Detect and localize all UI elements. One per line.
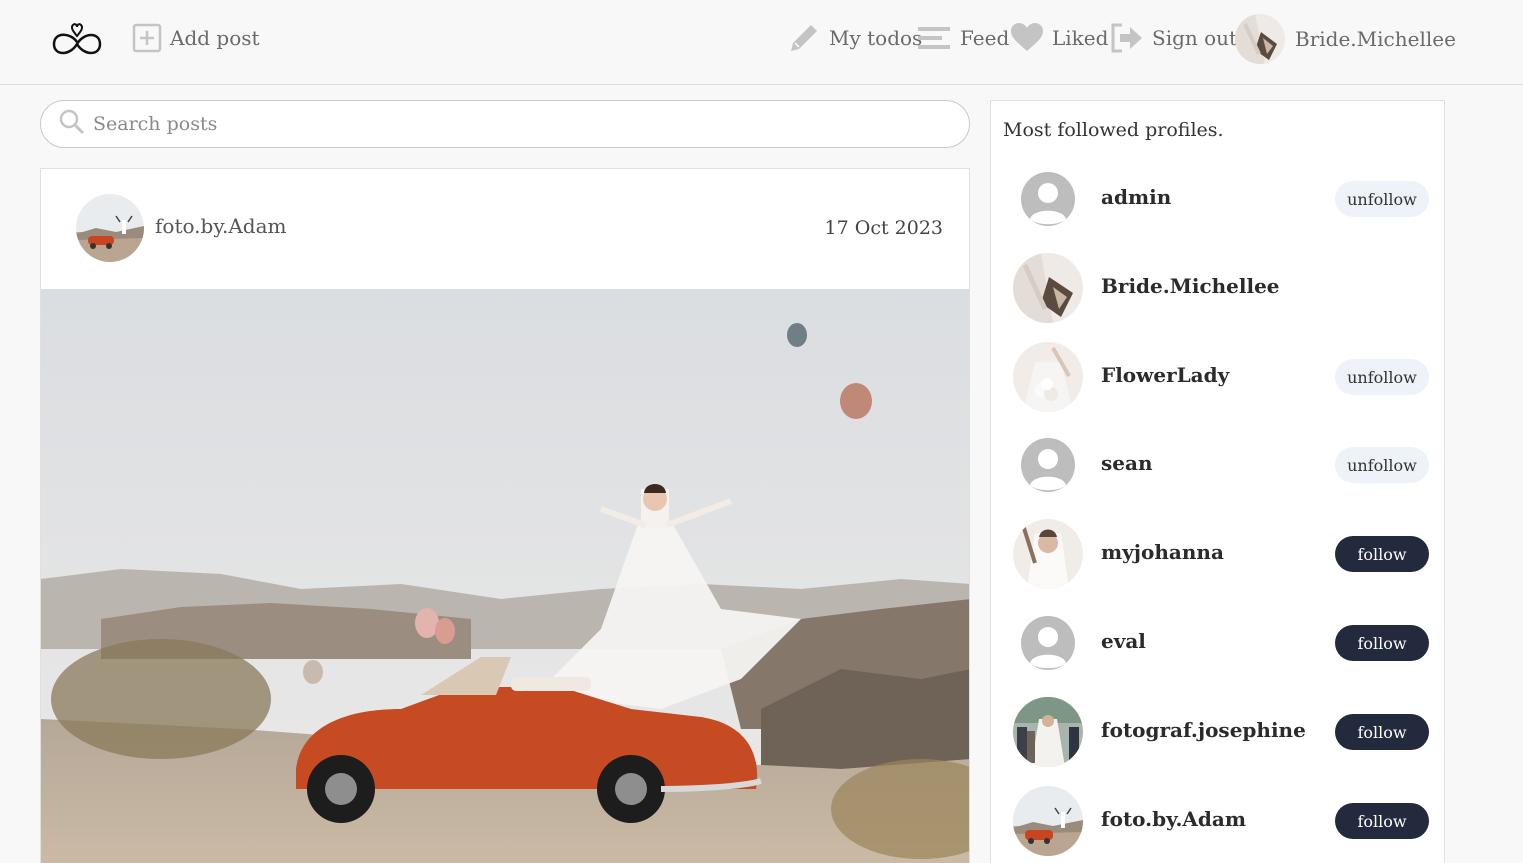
profile-name[interactable]: Bride.Michellee [1101, 274, 1280, 298]
heart-icon [1010, 23, 1044, 53]
profile-name[interactable]: FlowerLady [1101, 363, 1229, 387]
liked-link[interactable]: Liked [1010, 18, 1108, 58]
profile-row: Bride.Michellee [991, 248, 1444, 328]
profile-row: fotograf.josephine follow [991, 692, 1444, 772]
profile-name[interactable]: myjohanna [1101, 540, 1224, 564]
profile-name[interactable]: sean [1101, 451, 1152, 475]
post-author-name[interactable]: foto.by.Adam [155, 214, 286, 238]
profile-avatar[interactable] [1013, 253, 1083, 323]
follow-button[interactable]: follow [1335, 803, 1429, 839]
post-header: foto.by.Adam 17 Oct 2023 [41, 169, 969, 289]
profile-name[interactable]: admin [1101, 185, 1171, 209]
liked-label: Liked [1052, 26, 1109, 50]
search-icon [59, 109, 85, 139]
top-navbar: Add post My todos Feed Liked Sign out Br… [0, 0, 1523, 85]
my-todos-link[interactable]: My todos [787, 18, 922, 58]
unfollow-button[interactable]: unfollow [1335, 181, 1429, 217]
menu-lines-icon [918, 23, 952, 53]
profile-row: FlowerLady unfollow [991, 337, 1444, 417]
profile-name[interactable]: fotograf.josephine [1101, 718, 1306, 742]
follow-button[interactable]: follow [1335, 714, 1429, 750]
plus-square-icon [132, 23, 162, 53]
feed-label: Feed [960, 26, 1010, 50]
pencil-icon [787, 21, 821, 55]
post-author-avatar[interactable] [76, 194, 144, 262]
user-name-label: Bride.Michellee [1295, 27, 1456, 51]
follow-button[interactable]: follow [1335, 625, 1429, 661]
add-post-label: Add post [170, 26, 260, 50]
profile-avatar[interactable] [1013, 519, 1083, 589]
search-input[interactable] [93, 113, 913, 135]
profile-row: eval follow [991, 603, 1444, 683]
search-bar [40, 100, 970, 148]
user-profile-link[interactable]: Bride.Michellee [1235, 13, 1456, 65]
profile-row: foto.by.Adam follow [991, 781, 1444, 861]
feed-link[interactable]: Feed [918, 18, 1009, 58]
profile-row: myjohanna follow [991, 514, 1444, 594]
profile-name[interactable]: eval [1101, 629, 1146, 653]
post-date: 17 Oct 2023 [824, 217, 943, 239]
unfollow-button[interactable]: unfollow [1335, 359, 1429, 395]
sign-out-label: Sign out [1152, 26, 1238, 50]
sign-out-link[interactable]: Sign out [1110, 18, 1237, 58]
follow-button[interactable]: follow [1335, 536, 1429, 572]
profile-name[interactable]: foto.by.Adam [1101, 807, 1246, 831]
post-image[interactable] [41, 289, 969, 863]
sign-out-icon [1110, 22, 1144, 54]
logo-infinity-heart-icon[interactable] [50, 20, 104, 60]
user-avatar [1235, 14, 1285, 64]
sidebar-title: Most followed profiles. [1003, 119, 1224, 141]
default-avatar-icon[interactable] [1013, 608, 1083, 678]
add-post-link[interactable]: Add post [132, 18, 260, 58]
most-followed-sidebar: Most followed profiles. admin unfollow B… [990, 100, 1445, 863]
profile-avatar[interactable] [1013, 697, 1083, 767]
unfollow-button[interactable]: unfollow [1335, 447, 1429, 483]
profile-row: admin unfollow [991, 159, 1444, 239]
profile-avatar[interactable] [1013, 786, 1083, 856]
profile-row: sean unfollow [991, 425, 1444, 505]
default-avatar-icon[interactable] [1013, 430, 1083, 500]
default-avatar-icon[interactable] [1013, 164, 1083, 234]
post-card: foto.by.Adam 17 Oct 2023 [40, 168, 970, 863]
my-todos-label: My todos [829, 26, 923, 50]
profile-avatar[interactable] [1013, 342, 1083, 412]
